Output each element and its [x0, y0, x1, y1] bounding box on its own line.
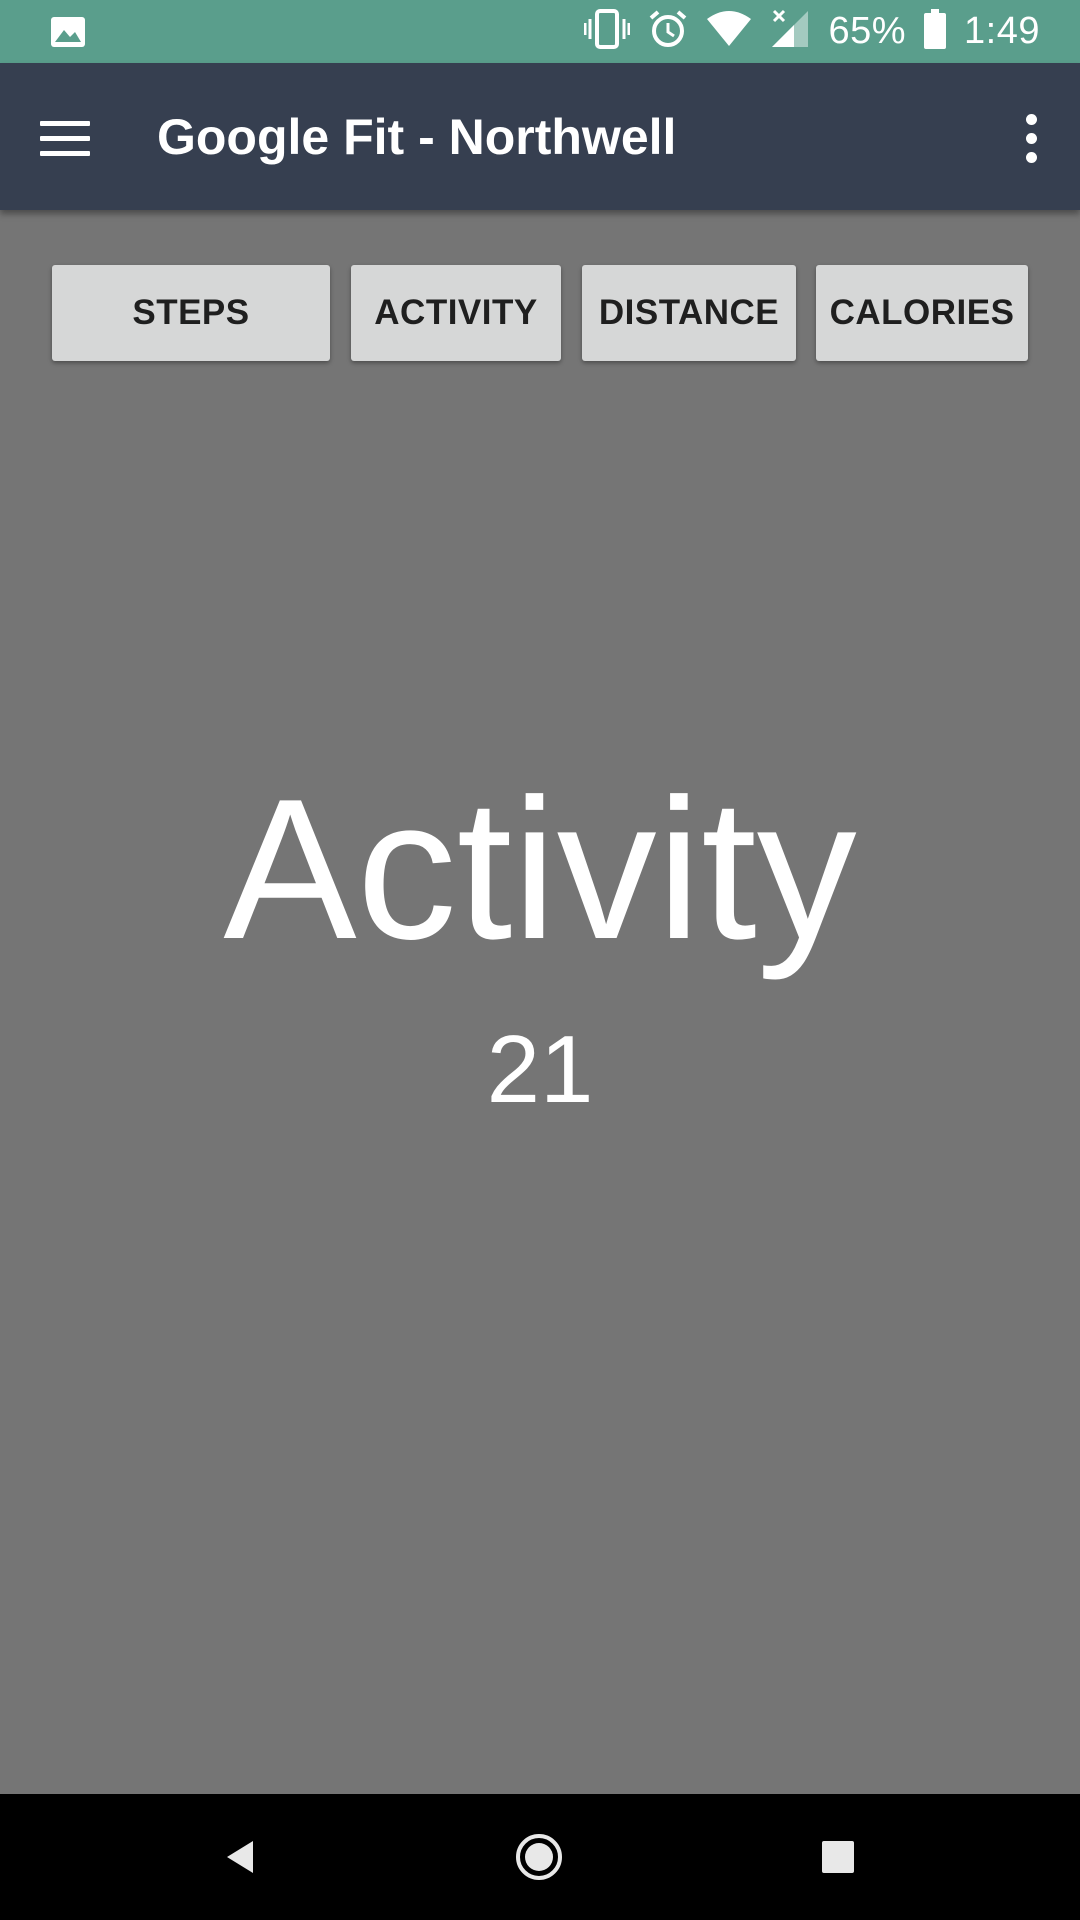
battery-icon: [924, 9, 947, 54]
back-icon[interactable]: [211, 1827, 271, 1887]
status-bar: 65% 1:49: [0, 0, 1080, 63]
steps-button[interactable]: STEPS: [52, 265, 330, 361]
app-title: Google Fit - Northwell: [157, 108, 677, 165]
overflow-menu-icon[interactable]: [1018, 108, 1044, 168]
navigation-bar: [0, 1794, 1080, 1920]
battery-percent: 65%: [828, 10, 907, 52]
vibrate-icon: [583, 9, 631, 54]
distance-button[interactable]: DISTANCE: [582, 265, 796, 361]
recents-icon[interactable]: [808, 1827, 868, 1887]
metric-value: 21: [486, 1016, 594, 1123]
signal-icon: [770, 9, 810, 54]
image-icon: [50, 14, 86, 50]
home-icon[interactable]: [509, 1827, 569, 1887]
clock: 1:49: [964, 10, 1040, 52]
menu-icon[interactable]: [40, 108, 100, 168]
metric-buttons: STEPS ACTIVITY DISTANCE CALORIES: [0, 265, 1080, 363]
app-bar: Google Fit - Northwell: [0, 63, 1080, 210]
calories-button[interactable]: CALORIES: [816, 265, 1028, 361]
metric-title: Activity: [223, 758, 857, 981]
status-icons: 65% 1:49: [583, 0, 1040, 63]
activity-button[interactable]: ACTIVITY: [351, 265, 561, 361]
alarm-icon: [648, 9, 688, 54]
wifi-icon: [706, 11, 752, 52]
